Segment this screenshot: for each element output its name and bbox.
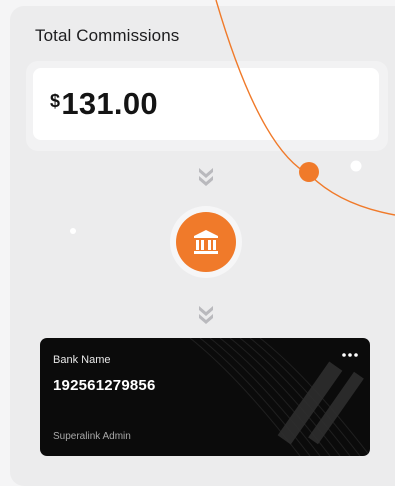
card-bank-name: Bank Name: [53, 354, 111, 366]
card-owner-name: Superalink Admin: [53, 431, 131, 442]
more-horizontal-icon[interactable]: [340, 350, 360, 360]
panel-title: Total Commissions: [35, 26, 180, 45]
double-chevron-down-icon: [199, 306, 213, 324]
bank-button[interactable]: [176, 212, 236, 272]
decor-dot: [70, 228, 76, 234]
amount-card: $131.00: [26, 61, 388, 151]
amount-box: $131.00: [33, 68, 379, 140]
commissions-panel: Total Commissions $131.00 Bank Name 1925…: [10, 6, 395, 486]
amount-value: 131.00: [61, 86, 158, 121]
total-amount: $131.00: [50, 84, 158, 124]
bank-icon: [194, 230, 218, 254]
bank-icon-ring: [170, 206, 242, 278]
bank-card[interactable]: Bank Name 192561279856 Superalink Admin: [40, 338, 370, 456]
currency-symbol: $: [50, 91, 61, 111]
double-chevron-down-icon: [199, 168, 213, 186]
card-account-number: 192561279856: [53, 377, 156, 394]
